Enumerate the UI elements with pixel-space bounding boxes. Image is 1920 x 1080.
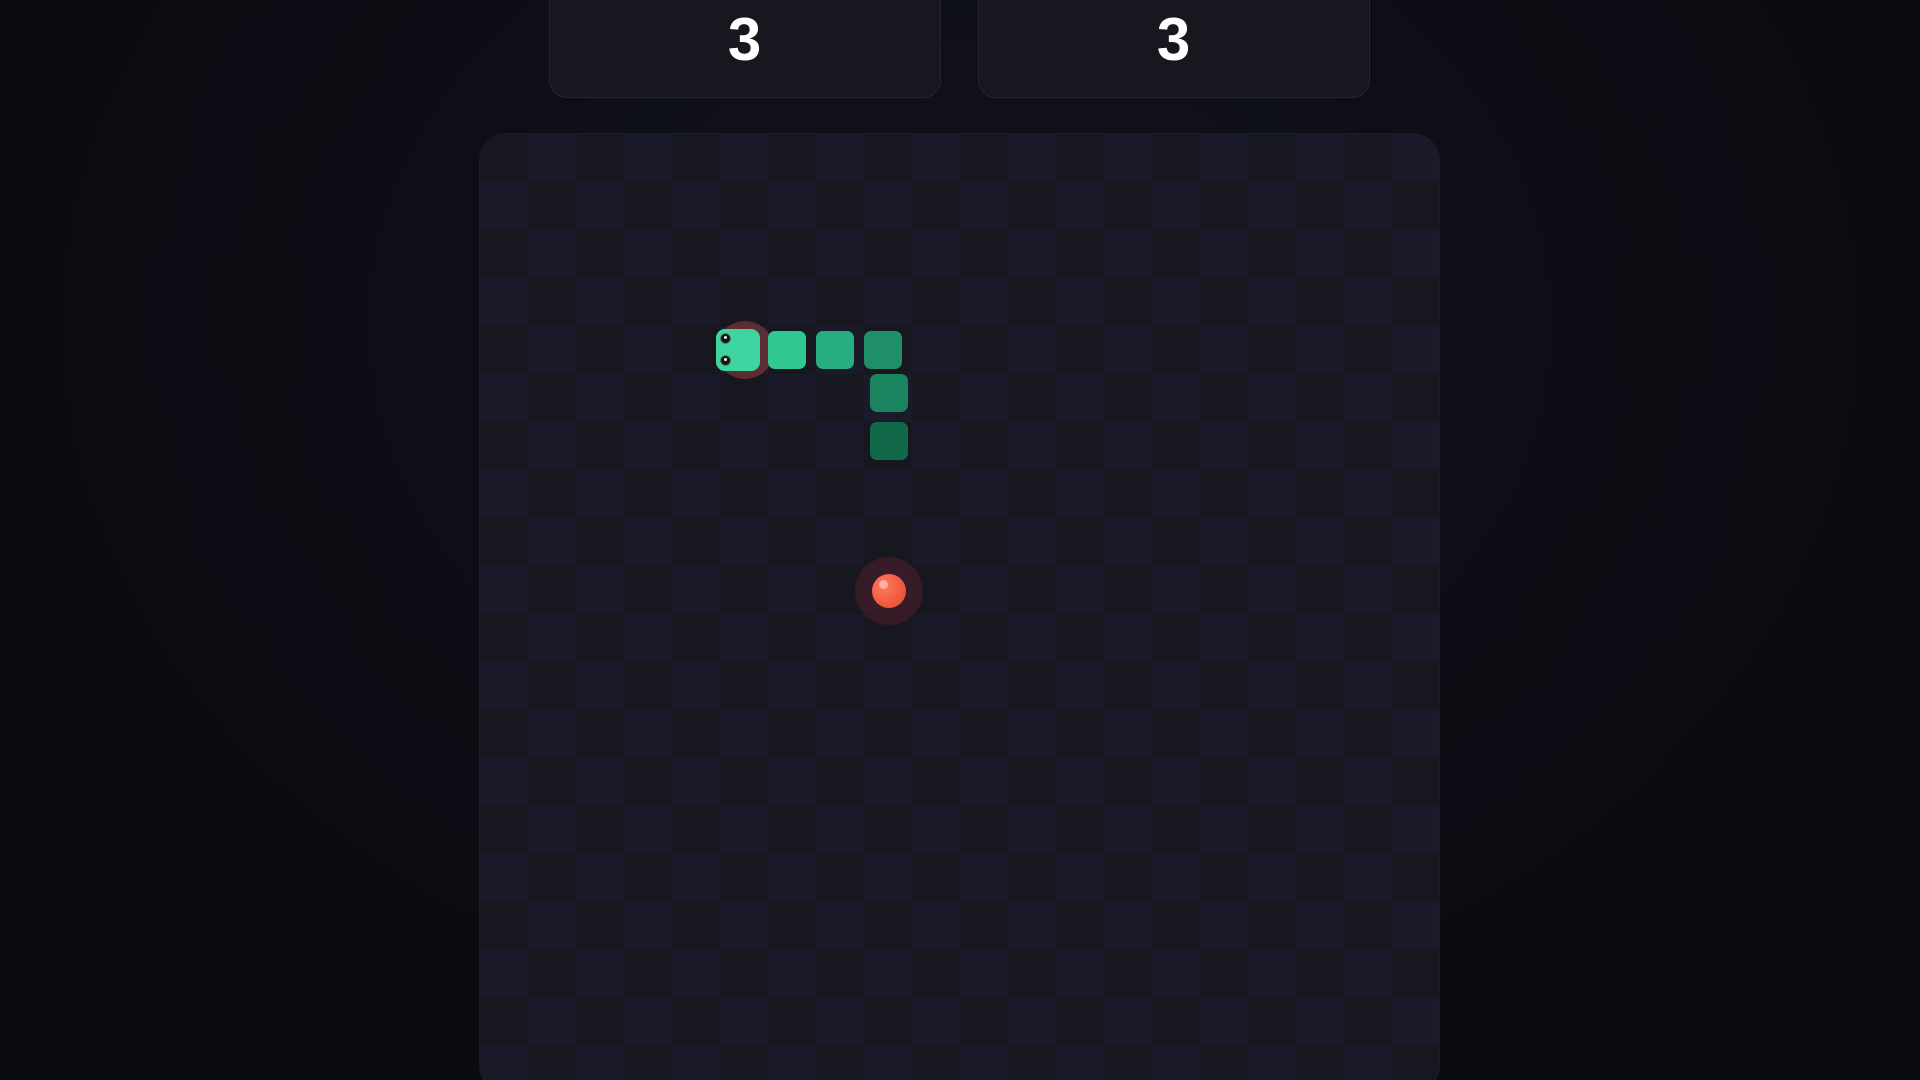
score-card-right: 3 (978, 0, 1370, 98)
snake-tail-segment (870, 422, 908, 460)
snake-head (716, 329, 760, 371)
game-screen: 3 3 (0, 0, 1920, 1080)
score-value-left: 3 (727, 6, 763, 73)
score-card-left: 3 (549, 0, 941, 98)
snake-body-segment (870, 374, 908, 412)
snake-body-segment (864, 331, 902, 369)
snake-body-segment (768, 331, 806, 369)
apple-orb-icon (872, 574, 906, 608)
eye-icon (720, 333, 731, 344)
snake-body-segment (816, 331, 854, 369)
food-shine (879, 580, 888, 589)
score-value-right: 3 (1156, 6, 1192, 73)
game-board[interactable] (479, 133, 1440, 1080)
eye-icon (720, 355, 731, 366)
